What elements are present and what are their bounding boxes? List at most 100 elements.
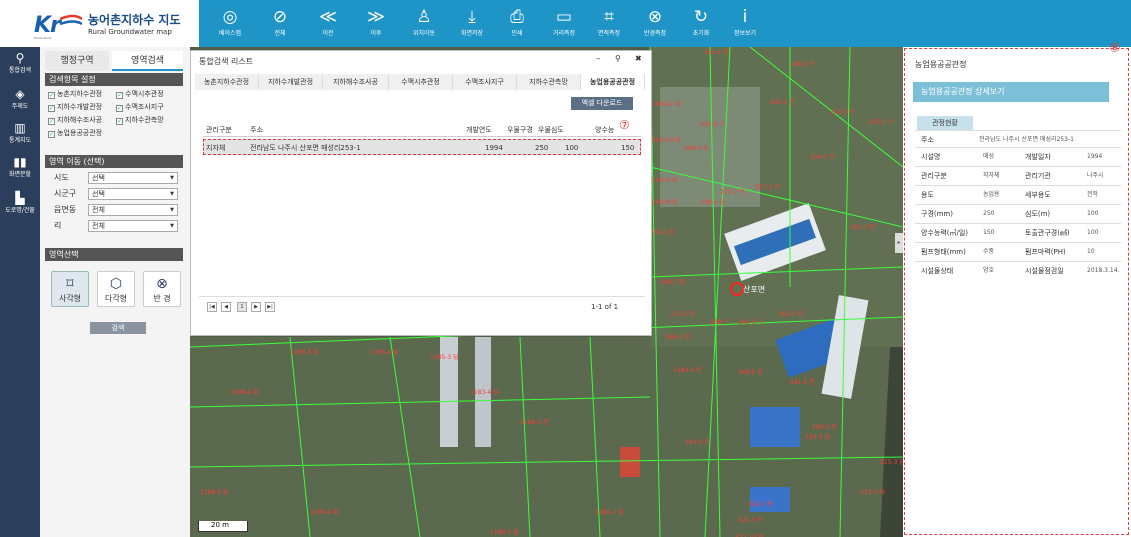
detail-label: 시설명: [921, 153, 941, 161]
detail-value: 1994: [1087, 153, 1103, 160]
toolbar-area-button[interactable]: ⌗ 면적측정: [584, 0, 634, 47]
page-info: 1-1 of 1: [591, 303, 619, 311]
section-line: [915, 130, 1121, 131]
next-page-button[interactable]: ▶: [251, 302, 261, 312]
check-item[interactable]: ✓ 지하해수조사공: [48, 115, 102, 125]
toolbar-prev-button[interactable]: ≪ 이전: [303, 0, 353, 47]
tab-1[interactable]: 지하수개발관정: [259, 74, 323, 90]
table-header-cell[interactable]: 양수능: [595, 123, 614, 137]
shape-label: 반 경: [153, 294, 171, 303]
check-item[interactable]: ✓ 수맥조사지구: [116, 102, 164, 112]
detail-banner: 농업용공공관정 상세보기: [913, 82, 1109, 102]
check-item[interactable]: ✓ 수맥시추관정: [116, 89, 164, 99]
tab-area-search[interactable]: 영역검색: [112, 51, 183, 71]
tab-5[interactable]: 지하수관측망: [517, 74, 581, 90]
table-header-cell[interactable]: 주소: [250, 123, 263, 137]
pin-button[interactable]: ⚲: [615, 54, 621, 63]
field-value: 선택: [92, 190, 105, 198]
field-select[interactable]: 전체 ▼: [88, 220, 178, 232]
table-header-cell[interactable]: 우물구경: [507, 123, 533, 137]
toolbar-radius-button[interactable]: ⊗ 반경측정: [630, 0, 680, 47]
checkbox-icon[interactable]: ✓: [116, 105, 123, 112]
parcel-label: 1189-4 답: [310, 509, 339, 516]
toolbar-basemap-button[interactable]: ◎ 베이스맵: [205, 0, 255, 47]
parcel-label: 259-1 답: [650, 229, 675, 236]
checkbox-icon[interactable]: ✓: [116, 118, 123, 125]
detail-label: 용도: [921, 191, 934, 199]
parcel-label: 1188-2 답: [200, 489, 229, 496]
check-label: 농촌지하수관정: [57, 90, 103, 98]
last-page-button[interactable]: ▶|: [265, 302, 275, 312]
tab-admin-area[interactable]: 행정구역: [45, 51, 109, 71]
tab-6[interactable]: 농업용공공관정: [581, 74, 645, 90]
check-item[interactable]: ✓ 농업용공공관정: [48, 128, 102, 138]
row-separator: [915, 185, 1121, 186]
first-page-button[interactable]: |◀: [207, 302, 217, 312]
checkbox-icon[interactable]: ✓: [116, 92, 123, 99]
toolbar-info-button[interactable]: i 정보보기: [720, 0, 770, 47]
checkbox-icon[interactable]: ✓: [48, 118, 55, 125]
toolbar-next-label: 이후: [370, 30, 382, 37]
detail-value: 100: [1087, 229, 1099, 236]
toolbar-reset-button[interactable]: ↻ 초기화: [676, 0, 726, 47]
table-header-cell[interactable]: 관리구분: [206, 123, 232, 137]
address-value: 전라남도 나주시 산포면 매성리253-1: [979, 136, 1074, 143]
toolbar-next-button[interactable]: ≫ 이후: [351, 0, 401, 47]
nav-item-4[interactable]: ▙ 도로명/건물: [0, 191, 40, 225]
tab-2[interactable]: 지하해수조사공: [323, 74, 389, 90]
tab-3[interactable]: 수맥시추관정: [389, 74, 453, 90]
toolbar-locate-label: 위치이동: [412, 30, 436, 37]
toolbar-print-button[interactable]: ⎙ 인쇄: [492, 0, 542, 47]
area-shape-button[interactable]: ⬡ 다각형: [97, 271, 135, 307]
detail-label: 펌프마력(PH): [1025, 248, 1066, 256]
toolbar-save-button[interactable]: ⤓ 화면저장: [447, 0, 497, 47]
search-button[interactable]: 검색: [90, 322, 146, 334]
area-shape-button[interactable]: ⌑ 사각형: [51, 271, 89, 307]
brand-subtitle: Rural Groundwater map: [88, 28, 172, 36]
check-item[interactable]: ✓ 지하수관측망: [116, 115, 164, 125]
nav-item-3[interactable]: ▮▮ 화면분할: [0, 155, 40, 189]
checkbox-icon[interactable]: ✓: [48, 131, 55, 138]
parcel-label: 260-2 전: [812, 424, 837, 431]
excel-download-button[interactable]: 엑셀 다운로드: [571, 97, 633, 110]
panel-collapse-handle[interactable]: ▸: [895, 233, 903, 253]
close-button[interactable]: ✖: [635, 54, 642, 63]
prev-page-button[interactable]: ◀: [221, 302, 231, 312]
parcel-label: 319-3 답: [805, 434, 830, 441]
check-item[interactable]: ✓ 농촌지하수관정: [48, 89, 102, 99]
table-cell: 전라남도 나주시 산포면 매성리253-1: [250, 144, 361, 152]
field-select[interactable]: 전체 ▼: [88, 204, 178, 216]
field-select[interactable]: 선택 ▼: [88, 172, 178, 184]
check-label: 지하해수조사공: [57, 116, 103, 124]
detail-label: 시설물점검일: [1025, 267, 1064, 275]
toolbar-radius-label: 반경측정: [643, 30, 667, 37]
tab-4[interactable]: 수맥조사지구: [453, 74, 517, 90]
toolbar-distance-button[interactable]: ▭ 거리측정: [539, 0, 589, 47]
check-item[interactable]: ✓ 지하수개발관정: [48, 102, 102, 112]
parcel-label: 322-2 장: [748, 501, 773, 508]
svg-text:r: r: [50, 13, 62, 38]
area-select-header: 영역선택: [45, 248, 183, 261]
parcel-label: 253-3 전: [830, 109, 855, 116]
checkbox-icon[interactable]: ✓: [48, 92, 55, 99]
parcel-label: 1185-5 답: [290, 349, 319, 356]
toolbar-distance-label: 거리측정: [552, 30, 576, 37]
toolbar-full-button[interactable]: ⊘ 전체: [255, 0, 305, 47]
area-shape-button[interactable]: ⊗ 반 경: [143, 271, 181, 307]
nav-item-1[interactable]: ◈ 주제도: [0, 87, 40, 121]
minimize-button[interactable]: –: [596, 54, 601, 64]
detail-label: 시설물상태: [921, 267, 954, 275]
table-header-cell[interactable]: 우물심도: [538, 123, 564, 137]
nav-item-0[interactable]: ⚲ 통합검색: [0, 51, 40, 85]
checkbox-icon[interactable]: ✓: [48, 105, 55, 112]
table-header-cell[interactable]: 개발연도: [466, 123, 492, 137]
distance-icon: ▭: [555, 7, 573, 27]
place-label: 산포면: [743, 285, 766, 294]
field-select[interactable]: 선택 ▼: [88, 188, 178, 200]
toolbar-locate-button[interactable]: ♙ 위치이동: [399, 0, 449, 47]
tab-0[interactable]: 농촌지하수관정: [195, 74, 259, 90]
check-label: 수맥조사지구: [125, 103, 164, 111]
nav-item-2[interactable]: ▥ 통계지도: [0, 121, 40, 155]
current-page[interactable]: 1: [237, 302, 247, 312]
logo[interactable]: K r Korea Rural 농어촌지하수 지도 Rural Groundwa…: [0, 0, 199, 47]
